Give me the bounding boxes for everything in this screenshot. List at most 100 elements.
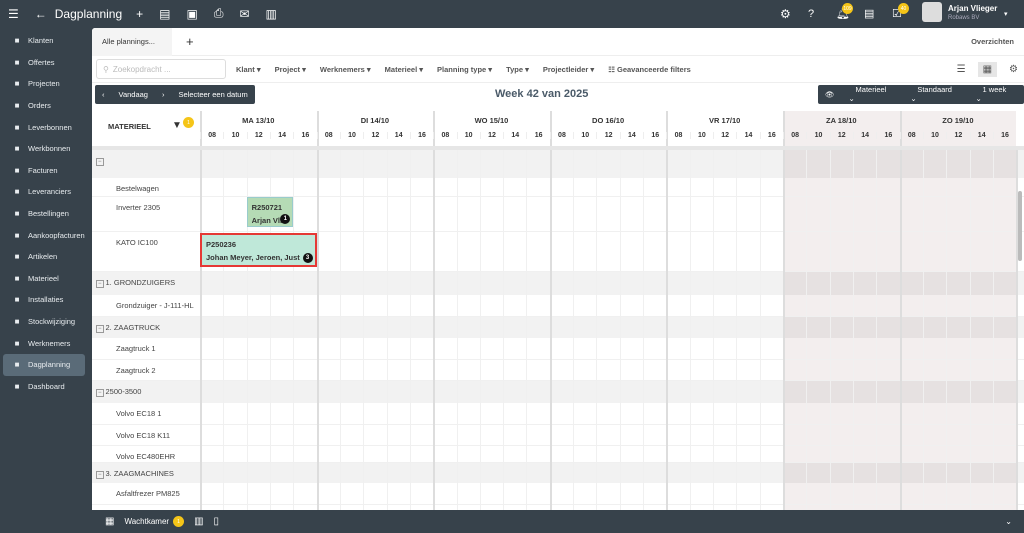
settings-gear-icon[interactable]: ⚙ <box>1009 64 1018 75</box>
sidebar-item-stockwijziging[interactable]: ■ Stockwijziging <box>3 311 85 333</box>
filter-planning-type[interactable]: Planning type ▾ <box>437 65 492 74</box>
next-week-button[interactable]: › <box>155 90 172 99</box>
select-date-button[interactable]: Selecteer een datum <box>171 90 254 99</box>
sidebar-item-materieel[interactable]: ■ Materieel <box>3 268 85 290</box>
mode-select[interactable]: Standaard ⌄ <box>903 85 968 103</box>
clipboard-icon[interactable]: ▥ <box>194 516 203 527</box>
waiting-room-button[interactable]: Wachtkamer <box>124 517 169 526</box>
sidebar-item-orders[interactable]: ■ Orders <box>3 95 85 117</box>
sidebar-item-facturen[interactable]: ■ Facturen <box>3 160 85 182</box>
hour-label: 12 <box>479 132 503 139</box>
add-icon[interactable]: + <box>136 7 143 21</box>
sidebar-item-leverbonnen[interactable]: ■ Leverbonnen <box>3 116 85 138</box>
list-icon: ■ <box>14 101 20 111</box>
filter-klant[interactable]: Klant ▾ <box>236 65 261 74</box>
group-row-label[interactable]: −2500-3500 <box>96 387 141 397</box>
sidebar-item-installaties[interactable]: ■ Installaties <box>3 289 85 311</box>
sidebar-item-dashboard[interactable]: ■ Dashboard <box>3 376 85 398</box>
grid-line <box>386 111 388 510</box>
sidebar-item-klanten[interactable]: ■ Klanten <box>3 30 85 52</box>
today-button[interactable]: Vandaag <box>112 90 155 99</box>
grid-line <box>783 111 785 510</box>
range-select[interactable]: 1 week ⌄ <box>969 85 1024 103</box>
tab-all-plannings[interactable]: Alle plannings... <box>92 28 172 56</box>
week-title: Week 42 van 2025 <box>495 88 589 100</box>
advanced-filters-button[interactable]: ☷ Geavanceerde filters <box>608 65 691 74</box>
hour-label: 14 <box>736 132 759 139</box>
collapse-chevron-icon[interactable]: ⌄ <box>1005 517 1012 526</box>
menu-icon[interactable]: ☰ <box>8 7 19 21</box>
group-row-label[interactable]: −3. ZAAGMACHINES <box>96 469 174 479</box>
help-icon[interactable]: ? <box>808 8 814 20</box>
view-select[interactable]: Materieel ⌄ <box>842 85 904 103</box>
document-icon[interactable]: ▤ <box>159 7 170 21</box>
group-row-label[interactable]: − <box>96 156 106 166</box>
sidebar-item-bestellingen[interactable]: ■ Bestellingen <box>3 203 85 225</box>
pdf-icon[interactable]: ▣ <box>187 7 198 21</box>
collapse-icon[interactable]: − <box>96 158 104 166</box>
group-row-label[interactable]: −1. GRONDZUIGERS <box>96 278 175 288</box>
sidebar-item-label: Werknemers <box>28 338 71 348</box>
sidebar-item-label: Klanten <box>28 36 54 46</box>
grid-line <box>899 111 902 510</box>
building-icon: ■ <box>14 36 20 46</box>
calendar-icon[interactable]: ▦ <box>105 516 114 527</box>
collapse-icon[interactable]: − <box>96 471 104 479</box>
overviews-link[interactable]: Overzichten <box>971 37 1014 46</box>
filter-materieel[interactable]: Materieel ▾ <box>385 65 423 74</box>
filter-werknemers[interactable]: Werknemers ▾ <box>320 65 371 74</box>
back-icon[interactable]: ← <box>35 7 47 21</box>
collapse-icon[interactable]: − <box>96 280 104 288</box>
row-divider <box>92 231 1024 232</box>
user-name[interactable]: Arjan Vlieger <box>948 4 997 13</box>
day-label: ZO 19/10 <box>942 116 974 125</box>
resource-row: Volvo EC18 1 <box>116 409 162 418</box>
event-count-badge: 1 <box>280 214 291 224</box>
sidebar-item-werkbonnen[interactable]: ■ Werkbonnen <box>3 138 85 160</box>
filter-type[interactable]: Type ▾ <box>506 65 529 74</box>
avatar[interactable] <box>922 2 942 22</box>
chevron-down-icon[interactable]: ▾ <box>1004 10 1008 18</box>
collapse-icon[interactable]: − <box>96 389 104 397</box>
filter-icon[interactable]: ▼ <box>172 120 182 131</box>
grid-line <box>293 111 295 510</box>
clipboard-list-icon[interactable]: ▤ <box>864 7 874 20</box>
calendar-view-icon[interactable]: ▦ <box>977 61 998 77</box>
sidebar-item-artikelen[interactable]: ■ Artikelen <box>3 246 85 268</box>
hour-label: 16 <box>643 132 666 139</box>
search-input[interactable]: ⚲ Zoekopdracht ... <box>96 59 226 79</box>
clipboard-icon[interactable]: ▥ <box>266 7 277 21</box>
planning-event[interactable]: R250721 Arjan Vli 1 <box>246 197 294 227</box>
mail-icon[interactable]: ✉ <box>239 7 249 21</box>
hour-label: 10 <box>456 132 480 139</box>
print-icon[interactable]: ⎙ <box>214 6 224 21</box>
vertical-scrollbar[interactable] <box>1018 191 1022 261</box>
sidebar-item-leveranciers[interactable]: ■ Leveranciers <box>3 181 85 203</box>
hour-label: 12 <box>946 132 969 139</box>
grid-line <box>666 111 669 510</box>
gear-icon[interactable]: ⚙ <box>780 7 791 21</box>
hour-label: 08 <box>783 132 806 139</box>
group-row-label[interactable]: −2. ZAAGTRUCK <box>96 323 160 333</box>
event-count-badge: 3 <box>302 253 313 263</box>
main-panel: Alle plannings... + Overzichten ⚲ Zoekopd… <box>92 28 1024 510</box>
map-icon[interactable]: ▯ <box>214 516 220 527</box>
prev-week-button[interactable]: ‹ <box>95 90 112 99</box>
filter-project[interactable]: Project ▾ <box>275 65 306 74</box>
hour-label: 14 <box>852 132 876 139</box>
sidebar-item-offertes[interactable]: ■ Offertes <box>3 52 85 74</box>
collapse-icon[interactable]: − <box>96 325 104 333</box>
sidebar-item-dagplanning[interactable]: ■ Dagplanning <box>3 353 85 376</box>
sidebar-item-label: Installaties <box>28 295 64 305</box>
sidebar-item-projecten[interactable]: ■ Projecten <box>3 73 85 95</box>
group-row <box>92 381 1024 403</box>
sidebar-item-werknemers[interactable]: ■ Werknemers <box>3 332 85 354</box>
filter-projectleider[interactable]: Projectleider ▾ <box>543 65 594 74</box>
list-view-icon[interactable]: ☰ <box>957 64 966 75</box>
view-controls: 👁︎ Materieel ⌄ Standaard ⌄ 1 week ⌄ <box>818 84 1024 104</box>
planning-event[interactable]: P250236 Johan Meyer, Jeroen, Just 3 <box>200 233 317 267</box>
add-tab-icon[interactable]: + <box>186 34 194 49</box>
resource-row: Bestelwagen <box>116 184 159 193</box>
grid-line <box>433 111 436 510</box>
sidebar-item-aankoopfacturen[interactable]: ■ Aankoopfacturen <box>3 224 85 246</box>
